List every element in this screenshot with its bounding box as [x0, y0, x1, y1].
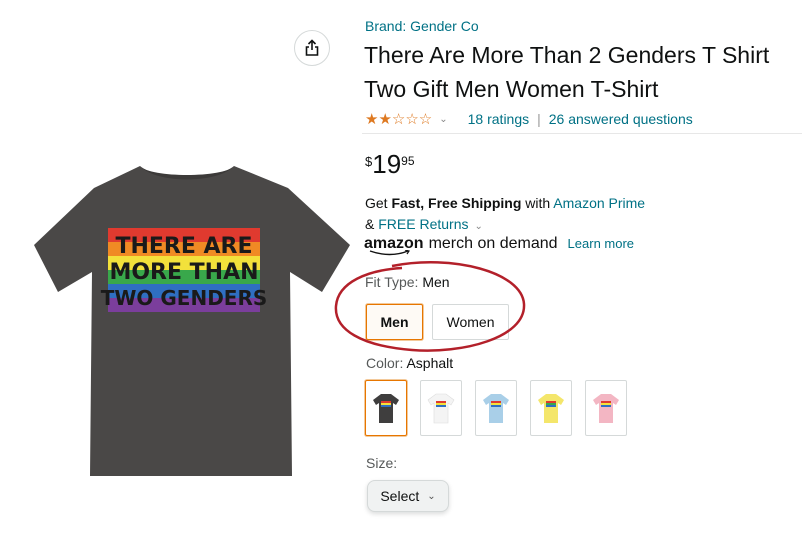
price-fraction: 95 — [401, 154, 415, 168]
shipping-prefix: Get — [365, 195, 392, 211]
color-label-text: Color: — [366, 355, 407, 371]
shirt-print-line-2: MORE THAN — [109, 260, 258, 285]
shipping-info: Get Fast, Free Shipping with Amazon Prim… — [365, 193, 785, 237]
color-swatch-yellow[interactable] — [530, 380, 572, 436]
color-selected: Asphalt — [406, 355, 454, 371]
free-returns-link[interactable]: FREE Returns — [378, 216, 468, 232]
tshirt-icon — [538, 394, 564, 423]
product-image[interactable]: THERE ARE MORE THAN TWO GENDERS — [28, 150, 350, 480]
fit-option-women[interactable]: Women — [432, 304, 509, 340]
shirt-print-line-3: TWO GENDERS — [101, 286, 268, 310]
price-whole: 19 — [372, 149, 402, 179]
shirt-print-line-1: THERE ARE — [115, 234, 252, 259]
price: $ 19 95 — [365, 150, 415, 178]
price-symbol: $ — [365, 154, 373, 169]
chevron-down-icon: ⌄ — [427, 490, 436, 502]
tshirt-icon — [373, 394, 399, 423]
returns-prefix: & — [365, 216, 379, 232]
answered-questions-link[interactable]: 26 answered questions — [549, 111, 693, 127]
ratings-count-link[interactable]: 18 ratings — [468, 111, 529, 127]
rating-row: ★★☆☆☆ ⌄ 18 ratings | 26 answered questio… — [365, 110, 693, 128]
size-select[interactable]: Select ⌄ — [367, 480, 449, 512]
prime-link[interactable]: Amazon Prime — [553, 195, 645, 211]
tshirt-icon — [483, 394, 509, 423]
merch-on-demand: amazon merch on demand Learn more — [364, 235, 634, 256]
share-button[interactable] — [294, 30, 330, 66]
star-rating[interactable]: ★★☆☆☆ — [365, 110, 432, 128]
color-swatch-pink[interactable] — [585, 380, 627, 436]
divider — [362, 133, 802, 134]
product-title: There Are More Than 2 Genders T Shirt Tw… — [364, 42, 770, 102]
tshirt-icon — [427, 393, 455, 424]
fit-type-selected: Men — [422, 274, 450, 290]
share-icon — [305, 39, 319, 56]
chevron-down-icon[interactable]: ⌄ — [474, 221, 482, 232]
tshirt-icon — [593, 394, 619, 423]
color-swatch-light-blue[interactable] — [475, 380, 517, 436]
shipping-mid: with — [521, 195, 554, 211]
amazon-smile-icon — [369, 250, 410, 256]
brand-link[interactable]: Brand: Gender Co — [365, 18, 479, 34]
chevron-down-icon[interactable]: ⌄ — [439, 114, 447, 125]
color-swatch-white[interactable] — [420, 380, 462, 436]
fit-type-label: Fit Type: Men — [365, 274, 450, 290]
fit-option-men[interactable]: Men — [366, 304, 423, 340]
size-select-label: Select — [380, 488, 420, 504]
amazon-logo: amazon — [364, 235, 424, 256]
fit-type-label-text: Fit Type: — [365, 274, 423, 290]
merch-text: merch on demand — [428, 235, 558, 252]
color-label: Color: Asphalt — [366, 355, 453, 371]
size-label: Size: — [366, 455, 398, 471]
separator: | — [537, 111, 541, 127]
tshirt-image: THERE ARE MORE THAN TWO GENDERS — [34, 166, 350, 476]
learn-more-link[interactable]: Learn more — [568, 236, 634, 251]
color-swatch-asphalt[interactable] — [365, 380, 407, 436]
shipping-bold: Fast, Free Shipping — [391, 195, 522, 211]
